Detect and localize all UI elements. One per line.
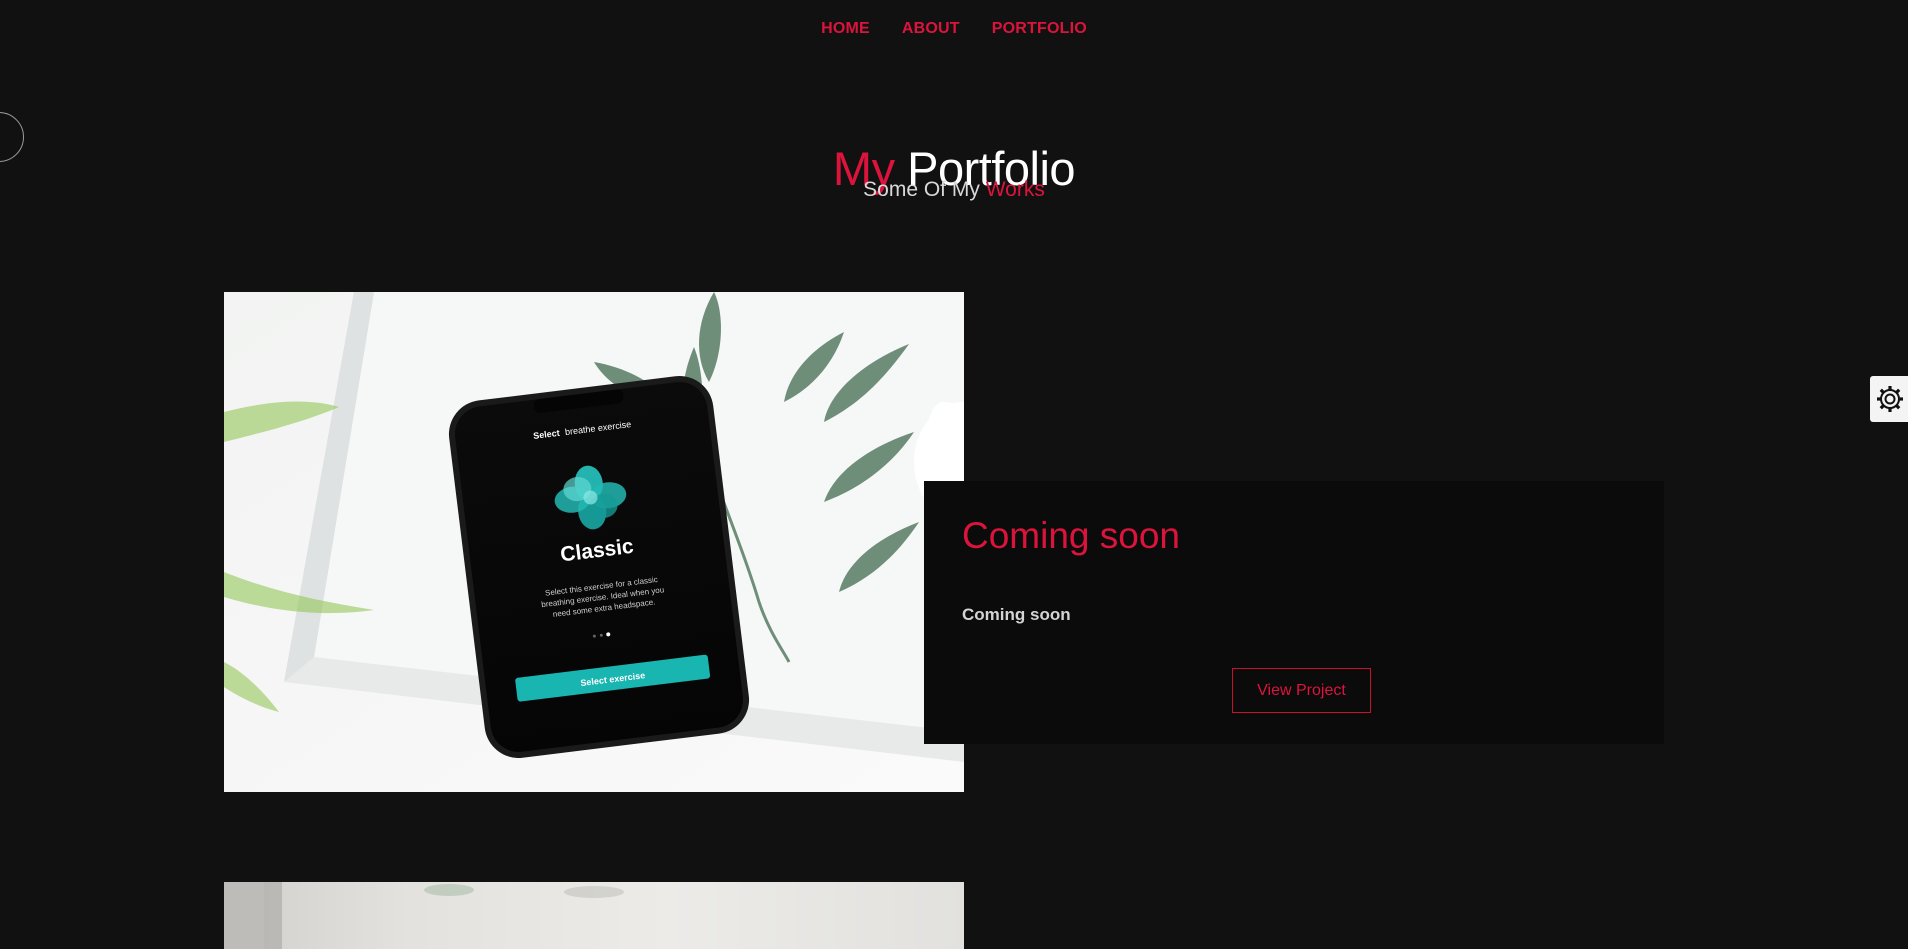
project-image-2 xyxy=(224,882,964,949)
nav-portfolio[interactable]: PORTFOLIO xyxy=(992,20,1087,38)
project-card: Coming soon Coming soon View Project xyxy=(924,481,1664,744)
settings-button[interactable] xyxy=(1870,376,1908,422)
subtitle-accent: Works xyxy=(985,178,1045,201)
nav-about[interactable]: ABOUT xyxy=(902,20,960,38)
phone-on-desk-photo: Select breathe exercise Classic Select t… xyxy=(224,292,964,792)
subtitle-main: Some Of My xyxy=(863,178,980,201)
nav-home[interactable]: HOME xyxy=(821,20,870,38)
main-nav: HOME ABOUT PORTFOLIO xyxy=(0,0,1908,58)
project-description: Coming soon xyxy=(962,605,1071,624)
gear-icon xyxy=(1877,386,1903,412)
project-image: Select breathe exercise Classic Select t… xyxy=(224,292,964,792)
view-project-button[interactable]: View Project xyxy=(1232,668,1371,713)
page-subtitle: Some Of My Works xyxy=(0,178,1908,202)
project-title: Coming soon xyxy=(962,515,1181,556)
second-project-photo xyxy=(224,882,964,949)
